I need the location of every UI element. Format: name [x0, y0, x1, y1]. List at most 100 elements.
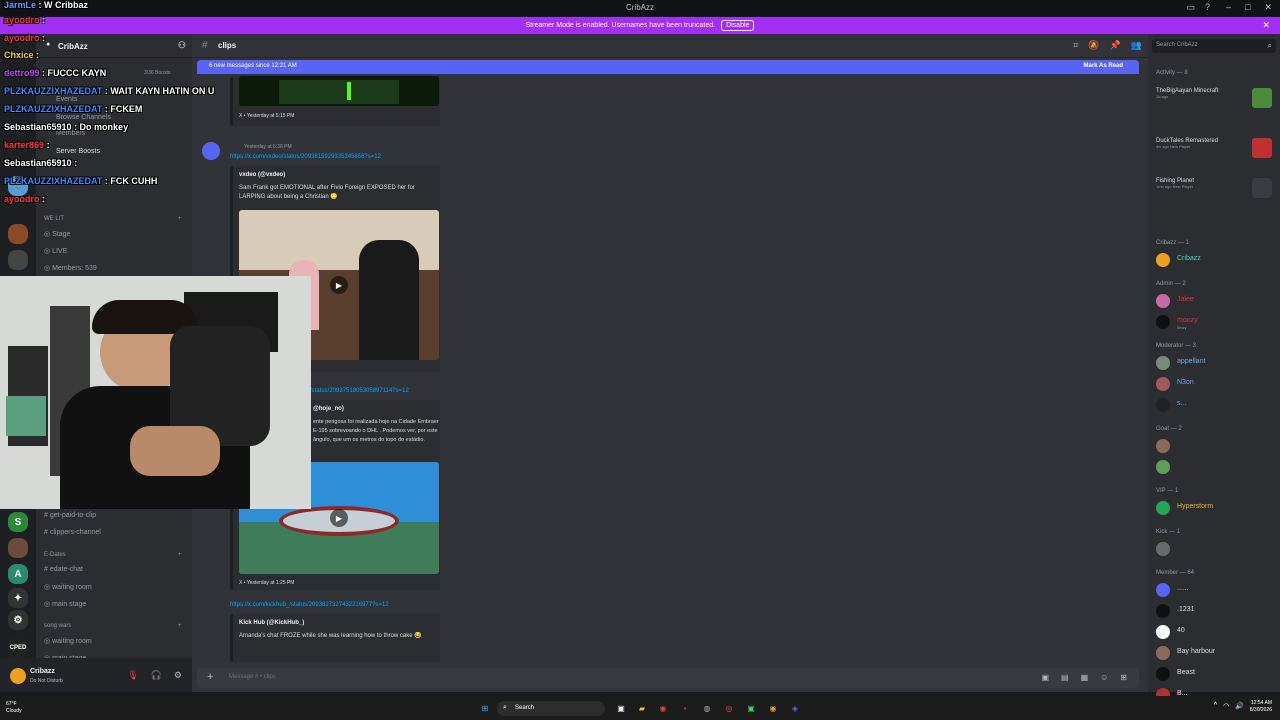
- embed-author[interactable]: vxdeo (@vxdeo): [239, 172, 285, 178]
- gift-icon[interactable]: ▣: [1041, 673, 1049, 682]
- server-icon[interactable]: ✦: [8, 588, 28, 608]
- member-count-channel[interactable]: ◎ Members: 539: [44, 264, 97, 272]
- server-icon[interactable]: [8, 224, 28, 244]
- help-icon[interactable]: ?: [1205, 2, 1210, 13]
- app-icon[interactable]: ▣: [744, 701, 758, 715]
- clock[interactable]: 12:54 AM 8/30/2026: [1250, 700, 1272, 714]
- gif-icon[interactable]: ▤: [1061, 673, 1069, 682]
- server-search-input[interactable]: Search CribAzz ⌕: [1152, 39, 1276, 53]
- add-channel-icon[interactable]: +: [178, 623, 182, 629]
- app-icon[interactable]: ◍: [700, 701, 714, 715]
- activity-item[interactable]: Fishing Planet 1mo ago New Player: [1156, 178, 1276, 198]
- close-banner-icon[interactable]: ✕: [1262, 20, 1270, 31]
- start-icon[interactable]: ⊞: [478, 701, 492, 715]
- sticker-icon[interactable]: ▦: [1081, 673, 1089, 682]
- member-row[interactable]: .1231: [1156, 603, 1280, 619]
- member-list-icon[interactable]: 👥: [1131, 40, 1142, 51]
- mute-icon[interactable]: 🔕: [1088, 40, 1099, 51]
- message-link[interactable]: https://x.com/kickhub_/status/2093827327…: [230, 602, 389, 608]
- inbox-icon[interactable]: ▭: [1186, 2, 1195, 13]
- chevron-up-icon[interactable]: ^: [1214, 702, 1217, 710]
- play-icon[interactable]: ▶: [330, 509, 348, 527]
- new-messages-bar[interactable]: 6 new messages since 12:21 AM Mark As Re…: [197, 60, 1139, 74]
- channel-item-boosts[interactable]: Server Boosts: [56, 148, 100, 155]
- channel-item-events[interactable]: Events: [56, 96, 77, 103]
- category-we-lit[interactable]: WE LIT +: [44, 216, 182, 222]
- weather-widget[interactable]: 67°F Cloudy: [6, 701, 22, 715]
- voice-channel-live[interactable]: ◎ LIVE: [44, 247, 67, 255]
- pin-icon[interactable]: 📌: [1110, 40, 1121, 51]
- mark-as-read-button[interactable]: Mark As Read: [1084, 63, 1123, 69]
- member-row[interactable]: [1156, 438, 1280, 454]
- mute-mic-icon[interactable]: 🎙: [127, 670, 138, 681]
- message-link[interactable]: /status/2093751805305897114?s=12: [310, 388, 409, 394]
- apps-icon[interactable]: ⊞: [1120, 673, 1127, 682]
- wifi-icon[interactable]: ◠: [1223, 702, 1229, 710]
- member-row[interactable]: ......: [1156, 582, 1280, 598]
- channel-clippers[interactable]: # clippers-channel: [44, 529, 101, 536]
- server-icon-s[interactable]: S: [8, 512, 28, 532]
- chrome-icon[interactable]: ◉: [656, 701, 670, 715]
- chrome-icon[interactable]: ◉: [766, 701, 780, 715]
- voice-channel-stage[interactable]: ◎ Stage: [44, 230, 70, 238]
- message-composer: + Message # • clips ▣ ▤ ▦ ☺ ⊞: [197, 668, 1139, 688]
- add-channel-icon[interactable]: +: [178, 216, 182, 222]
- server-icon[interactable]: [8, 538, 28, 558]
- avatar: [1156, 398, 1170, 412]
- embed-author[interactable]: @hoje_no): [313, 406, 344, 412]
- member-row[interactable]: moozy #mzy: [1156, 314, 1280, 330]
- member-row[interactable]: appellant: [1156, 355, 1280, 371]
- member-row[interactable]: Jalee: [1156, 293, 1280, 309]
- member-row[interactable]: [1156, 459, 1280, 475]
- channel-waiting-room[interactable]: ◎ waiting room: [44, 637, 92, 645]
- channel-item-browse[interactable]: Browse Channels: [56, 114, 111, 121]
- server-icon[interactable]: ⚙: [8, 610, 28, 630]
- member-row[interactable]: Bay harbour: [1156, 645, 1280, 661]
- avatar[interactable]: [10, 668, 26, 684]
- app-icon[interactable]: ◎: [722, 701, 736, 715]
- activity-item[interactable]: DuckTales Remastered 4w ago New Player: [1156, 138, 1276, 158]
- overlay-chat-line: Sebastian65910 : Do monkey: [4, 122, 128, 132]
- add-channel-icon[interactable]: +: [178, 552, 182, 558]
- member-row[interactable]: Hyperstorm: [1156, 500, 1280, 516]
- server-header[interactable]: ● CribAzz ⚇: [36, 34, 192, 58]
- deafen-icon[interactable]: 🎧: [151, 670, 162, 681]
- member-row[interactable]: Beast: [1156, 666, 1280, 682]
- avatar[interactable]: [202, 142, 220, 160]
- category-e-dates[interactable]: E-Dates +: [44, 552, 182, 558]
- taskbar-search[interactable]: ⌕ Search: [497, 701, 605, 716]
- channel-main-stage[interactable]: ◎ main stage: [44, 600, 86, 608]
- server-icon-cped[interactable]: CPED: [8, 638, 28, 658]
- app-icon[interactable]: ▪: [678, 701, 692, 715]
- member-row[interactable]: N3on: [1156, 376, 1280, 392]
- channel-edate-chat[interactable]: # edate-chat: [44, 566, 83, 573]
- attach-button[interactable]: +: [207, 671, 213, 683]
- disable-streamer-mode-button[interactable]: Disable: [721, 20, 755, 31]
- embed-author[interactable]: Kick Hub (@KickHub_): [239, 620, 304, 626]
- channel-get-paid-to-clip[interactable]: # get-paid-to-clip: [44, 512, 96, 519]
- gear-icon[interactable]: ⚙: [174, 670, 182, 681]
- embed-video[interactable]: [239, 76, 439, 106]
- member-row[interactable]: s...: [1156, 397, 1280, 413]
- close-window-icon[interactable]: ✕: [1264, 2, 1272, 13]
- maximize-icon[interactable]: □: [1245, 2, 1250, 13]
- file-explorer-icon[interactable]: ▰: [635, 701, 649, 715]
- task-view-icon[interactable]: ▣: [614, 701, 628, 715]
- play-icon[interactable]: ▶: [330, 276, 348, 294]
- message-input[interactable]: Message # • clips: [229, 674, 276, 680]
- threads-icon[interactable]: ⌗: [1073, 40, 1078, 51]
- minimize-icon[interactable]: –: [1226, 2, 1231, 13]
- member-row[interactable]: [1156, 541, 1280, 557]
- server-icon[interactable]: [8, 250, 28, 270]
- volume-icon[interactable]: 🔊: [1235, 702, 1244, 710]
- discord-icon[interactable]: ◈: [788, 701, 802, 715]
- category-song-wars[interactable]: song wars +: [44, 623, 182, 629]
- activity-item[interactable]: TheBigAayan Minecraft 2d ago: [1156, 88, 1276, 108]
- member-row[interactable]: Cribazz: [1156, 252, 1280, 268]
- add-member-icon[interactable]: ⚇: [178, 40, 186, 51]
- message-link[interactable]: https://x.com/vxdeo/status/2093815929335…: [230, 154, 381, 160]
- emoji-icon[interactable]: ☺: [1100, 673, 1108, 682]
- server-icon-a[interactable]: A: [8, 564, 28, 584]
- channel-waiting-room[interactable]: ◎ waiting room: [44, 583, 92, 591]
- member-row[interactable]: 40: [1156, 624, 1280, 640]
